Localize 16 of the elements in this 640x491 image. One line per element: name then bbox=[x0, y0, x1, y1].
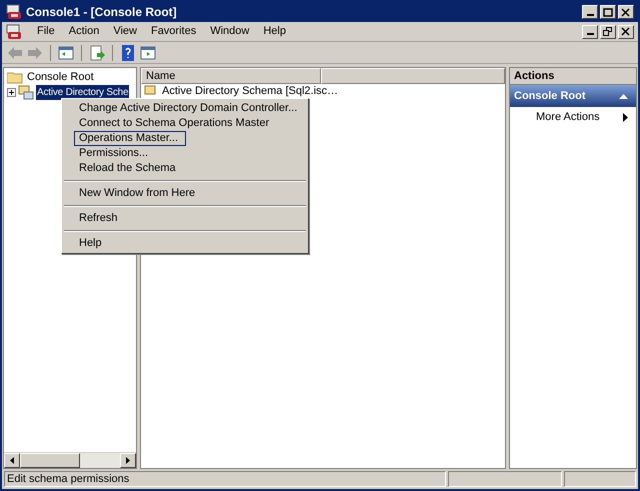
menu-item[interactable]: File bbox=[30, 23, 62, 40]
tree-item[interactable]: Console Root bbox=[27, 69, 94, 86]
context-menu-item[interactable]: Operations Master... bbox=[74, 131, 186, 146]
action-item[interactable]: More Actions bbox=[510, 107, 636, 127]
menu-item[interactable]: Help bbox=[256, 23, 293, 40]
menu-item[interactable]: View bbox=[106, 23, 144, 40]
tree-item[interactable]: Active Directory Sche bbox=[36, 84, 130, 100]
menu-item[interactable]: Window bbox=[203, 23, 256, 40]
column-header[interactable]: Name bbox=[141, 68, 321, 84]
actions-header: Actions bbox=[510, 68, 636, 85]
window-title: Console1 - [Console Root] bbox=[26, 4, 177, 21]
list-item[interactable]: Active Directory Schema [Sql2.isc… bbox=[162, 82, 338, 100]
menu-item[interactable]: Favorites bbox=[144, 23, 204, 40]
status-text: Edit schema permissions bbox=[4, 471, 446, 487]
section-header[interactable]: Console Root bbox=[510, 85, 636, 107]
menu-item[interactable]: Action bbox=[62, 23, 106, 40]
